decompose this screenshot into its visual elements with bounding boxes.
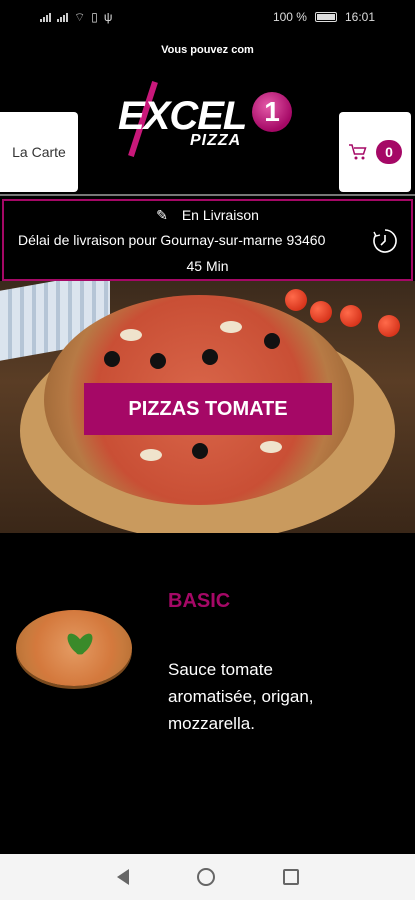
delivery-duration: 45 Min	[186, 258, 229, 274]
tomato-decor	[340, 305, 362, 327]
system-nav-bar	[0, 854, 415, 900]
product-title[interactable]: BASIC	[168, 590, 230, 613]
delivery-info: Délai de livraison pour Gournay-sur-marn…	[18, 232, 326, 248]
olive-decor	[104, 351, 120, 367]
home-icon[interactable]	[196, 868, 215, 886]
product-image[interactable]	[16, 610, 132, 686]
cart-icon	[349, 144, 367, 160]
delivery-mode-label: En Livraison	[181, 207, 259, 223]
tomato-decor	[378, 315, 400, 337]
recent-apps-icon[interactable]	[282, 869, 299, 885]
cart-button[interactable]: 0	[339, 112, 411, 192]
la-carte-button[interactable]: La Carte	[0, 112, 78, 192]
delivery-mode: ✎ En Livraison	[4, 207, 411, 224]
signal-icon	[40, 12, 51, 22]
clock-icon	[373, 229, 397, 253]
back-icon[interactable]	[116, 869, 129, 885]
mushroom-decor	[260, 441, 282, 453]
cart-count-badge: 0	[376, 140, 402, 164]
battery-percent: 100 %	[272, 10, 307, 24]
status-bar: ⌔ ▯ ψ 100 % 16:01	[0, 0, 415, 34]
tomato-decor	[285, 289, 307, 311]
logo-sub-text: PIZZA	[190, 132, 242, 149]
category-button[interactable]: PIZZAS TOMATE	[84, 383, 332, 435]
delivery-box[interactable]: ✎ En Livraison Délai de livraison pour Go…	[2, 199, 413, 281]
mushroom-decor	[120, 329, 142, 341]
product-description: Sauce tomate aromatisée, origan, mozzare…	[168, 660, 314, 733]
olive-decor	[192, 443, 208, 459]
vibrate-icon: ▯	[91, 10, 98, 24]
olive-decor	[150, 353, 166, 369]
battery-icon	[314, 12, 337, 22]
tomato-decor	[310, 301, 332, 323]
status-icons-right: 100 % 16:01	[273, 10, 375, 24]
status-icons-left: ⌔ ▯ ψ	[40, 10, 112, 25]
clock: 16:01	[344, 10, 375, 24]
olive-decor	[264, 333, 280, 349]
wifi-icon: ⌔	[74, 9, 86, 24]
pencil-icon[interactable]: ✎	[156, 207, 168, 224]
logo: EXCEL 1 PIZZA	[118, 80, 298, 160]
ticker-text: Vous pouvez com	[161, 44, 254, 56]
signal-icon-2	[57, 12, 68, 22]
mushroom-decor	[220, 321, 242, 333]
logo-digit: 1	[252, 92, 292, 132]
mushroom-decor	[140, 449, 162, 461]
usb-icon: ψ	[103, 10, 113, 24]
hero-banner: PIZZAS TOMATE	[0, 281, 415, 533]
header-divider	[0, 194, 415, 196]
olive-decor	[202, 349, 218, 365]
